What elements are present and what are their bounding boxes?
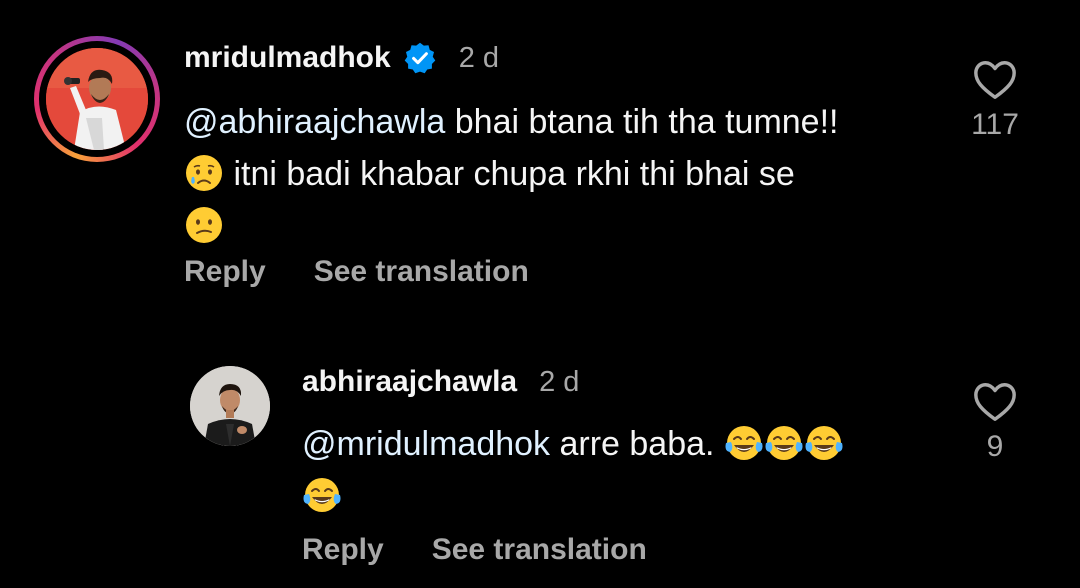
sad-but-relieved-face-icon [186, 155, 222, 191]
comment-text-line-1: bhai btana tih tha tumne!! [445, 103, 839, 141]
username[interactable]: mridulmadhok [184, 41, 391, 75]
comment-header: mridulmadhok 2 d [184, 38, 499, 78]
avatar-image [190, 366, 270, 446]
see-translation-button[interactable]: See translation [432, 533, 647, 567]
mention-link[interactable]: @abhiraajchawla [184, 103, 445, 141]
verified-badge-icon [404, 42, 436, 74]
comments-thread: mridulmadhok 2 d @abhiraajchawla bhai bt… [0, 0, 1080, 588]
like-control: 117 [950, 58, 1040, 142]
see-translation-button[interactable]: See translation [314, 255, 529, 289]
heart-outline-icon[interactable] [972, 58, 1018, 102]
username[interactable]: abhiraajchawla [302, 365, 517, 399]
confused-face-icon [186, 207, 222, 243]
timestamp: 2 d [539, 365, 580, 398]
face-with-tears-of-joy-icon [805, 426, 843, 460]
reply-button[interactable]: Reply [184, 255, 266, 289]
comment-actions: Reply See translation [302, 528, 647, 572]
comment-text-line-2: itni badi khabar chupa rkhi thi bhai se [224, 155, 795, 193]
heart-outline-icon[interactable] [972, 380, 1018, 424]
like-count: 117 [971, 108, 1019, 141]
comment-text-line-1: arre baba. [550, 425, 724, 463]
avatar-image [46, 48, 148, 150]
face-with-tears-of-joy-icon [765, 426, 803, 460]
like-control: 9 [950, 380, 1040, 464]
comment-actions: Reply See translation [184, 250, 529, 294]
comment-text: @mridulmadhok arre baba. [302, 418, 942, 522]
like-count: 9 [986, 430, 1004, 463]
comment: mridulmadhok 2 d @abhiraajchawla bhai bt… [0, 0, 1080, 320]
comment-text: @abhiraajchawla bhai btana tih tha tumne… [184, 96, 944, 252]
mention-link[interactable]: @mridulmadhok [302, 425, 550, 463]
comment-header: abhiraajchawla 2 d [302, 362, 579, 402]
face-with-tears-of-joy-icon [725, 426, 763, 460]
face-with-tears-of-joy-icon [303, 478, 341, 512]
reply-button[interactable]: Reply [302, 533, 384, 567]
avatar[interactable] [46, 48, 148, 150]
timestamp: 2 d [458, 41, 500, 74]
avatar[interactable] [190, 366, 270, 446]
